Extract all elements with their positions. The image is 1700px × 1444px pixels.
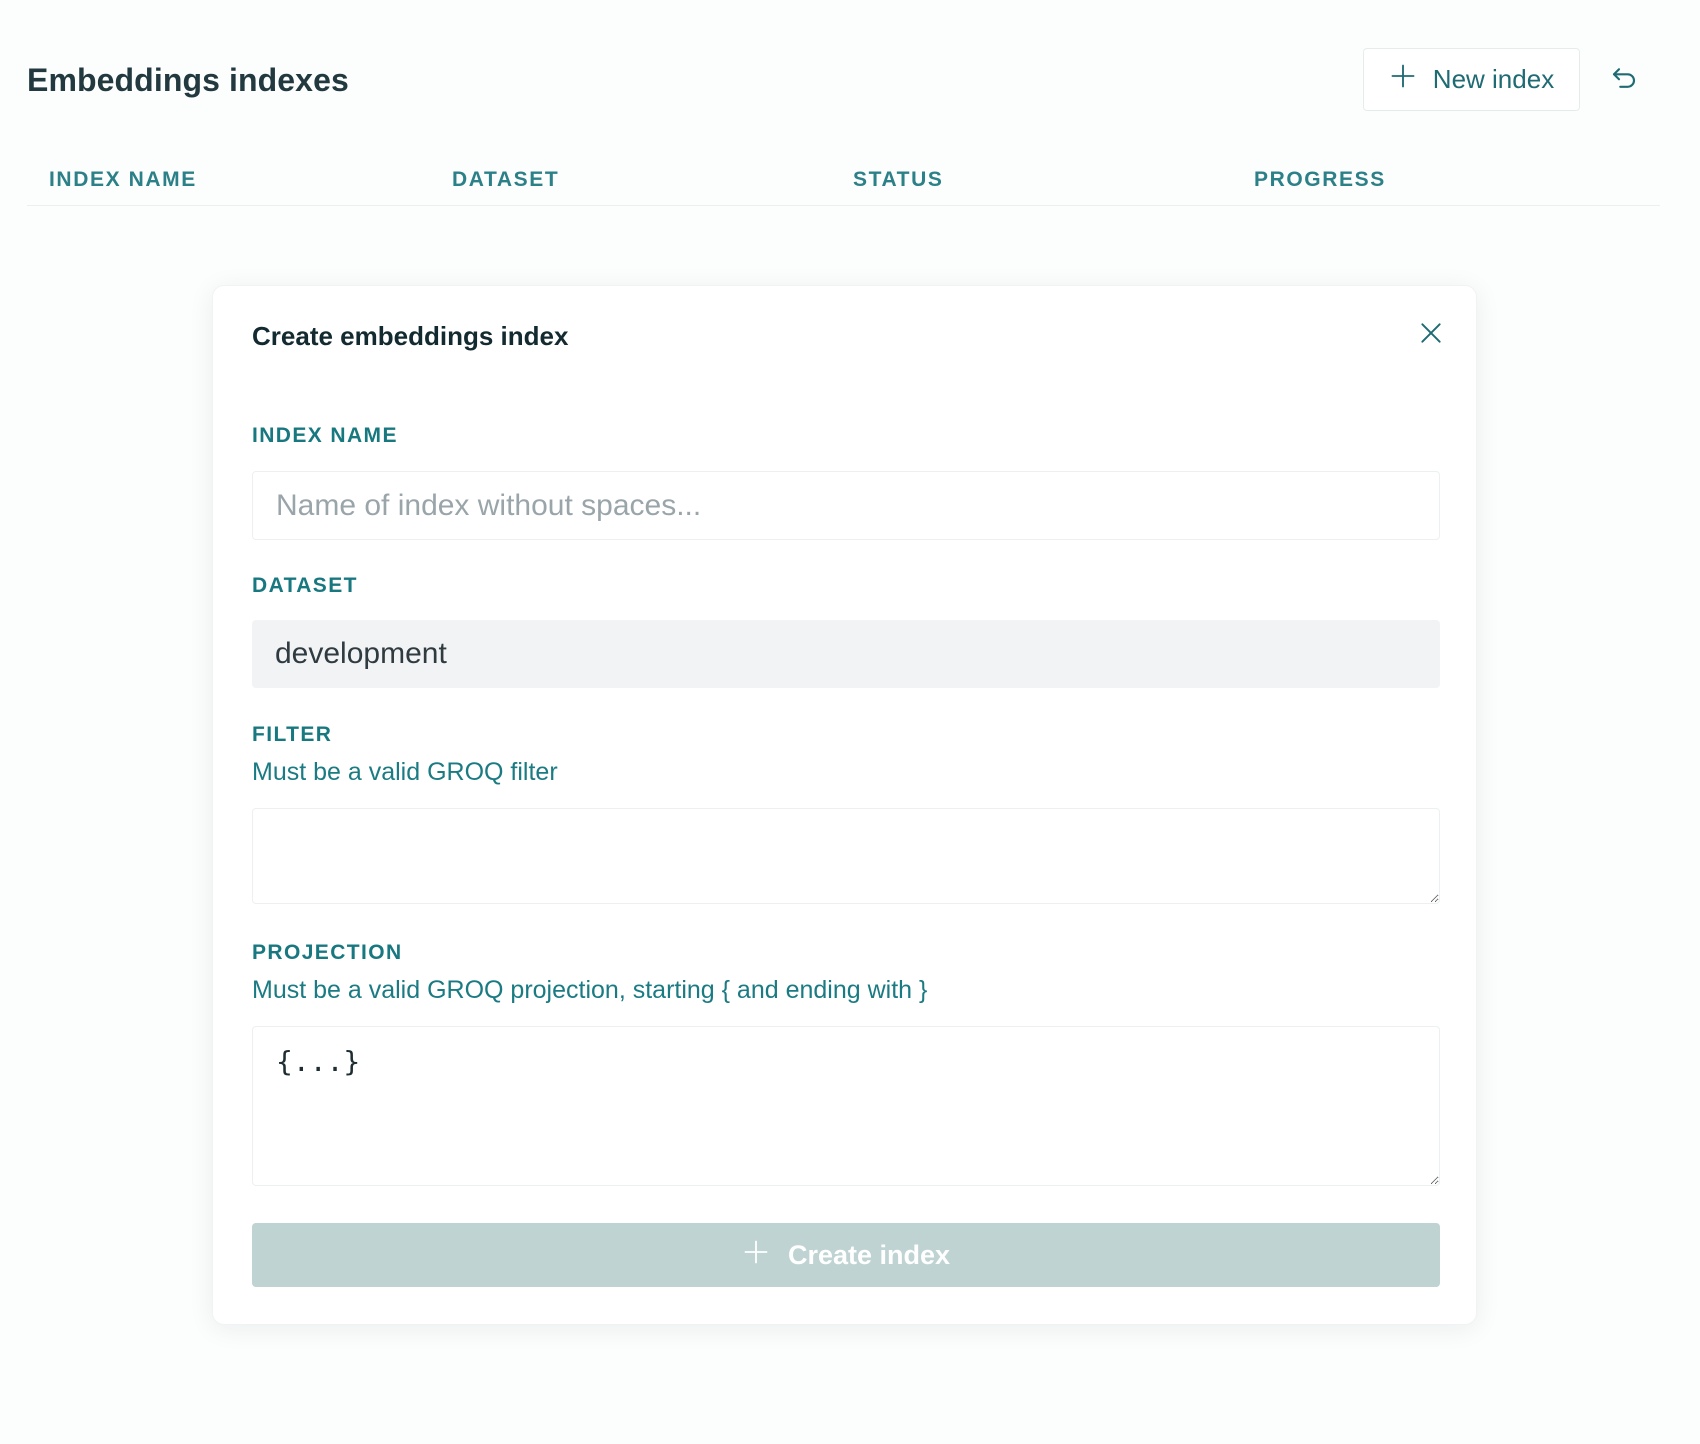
column-dataset[interactable]: DATASET: [452, 168, 559, 192]
create-index-label: Create index: [787, 1239, 951, 1270]
index-name-label: INDEX NAME: [252, 424, 398, 447]
close-button[interactable]: [1414, 318, 1448, 352]
filter-textarea[interactable]: [252, 808, 1440, 904]
column-index-name[interactable]: INDEX NAME: [49, 168, 197, 192]
embeddings-page: Embeddings indexes New index INDEX NAME …: [0, 0, 1700, 1444]
create-index-button[interactable]: Create index: [252, 1223, 1440, 1287]
table-header: INDEX NAME DATASET STATUS PROGRESS: [27, 160, 1660, 206]
projection-textarea[interactable]: [252, 1026, 1440, 1186]
index-name-input[interactable]: [252, 471, 1440, 540]
column-progress[interactable]: PROGRESS: [1254, 168, 1386, 192]
undo-arrow-icon: [1609, 63, 1639, 98]
new-index-button[interactable]: New index: [1363, 48, 1580, 111]
projection-label: PROJECTION: [252, 941, 403, 964]
dataset-select[interactable]: development: [252, 620, 1440, 688]
page-title: Embeddings indexes: [27, 62, 349, 98]
projection-hint: Must be a valid GROQ projection, startin…: [252, 976, 928, 1004]
plus-icon: [1389, 62, 1417, 97]
filter-hint: Must be a valid GROQ filter: [252, 758, 558, 786]
dataset-label: DATASET: [252, 574, 358, 597]
dataset-selected-value: development: [275, 637, 447, 670]
dialog-title: Create embeddings index: [252, 321, 569, 351]
close-icon: [1418, 320, 1444, 351]
new-index-label: New index: [1432, 64, 1555, 94]
column-status[interactable]: STATUS: [853, 168, 943, 192]
create-index-dialog: Create embeddings index INDEX NAME DATAS…: [212, 285, 1477, 1325]
filter-label: FILTER: [252, 723, 333, 746]
plus-icon: [742, 1238, 770, 1273]
refresh-button[interactable]: [1604, 60, 1644, 100]
